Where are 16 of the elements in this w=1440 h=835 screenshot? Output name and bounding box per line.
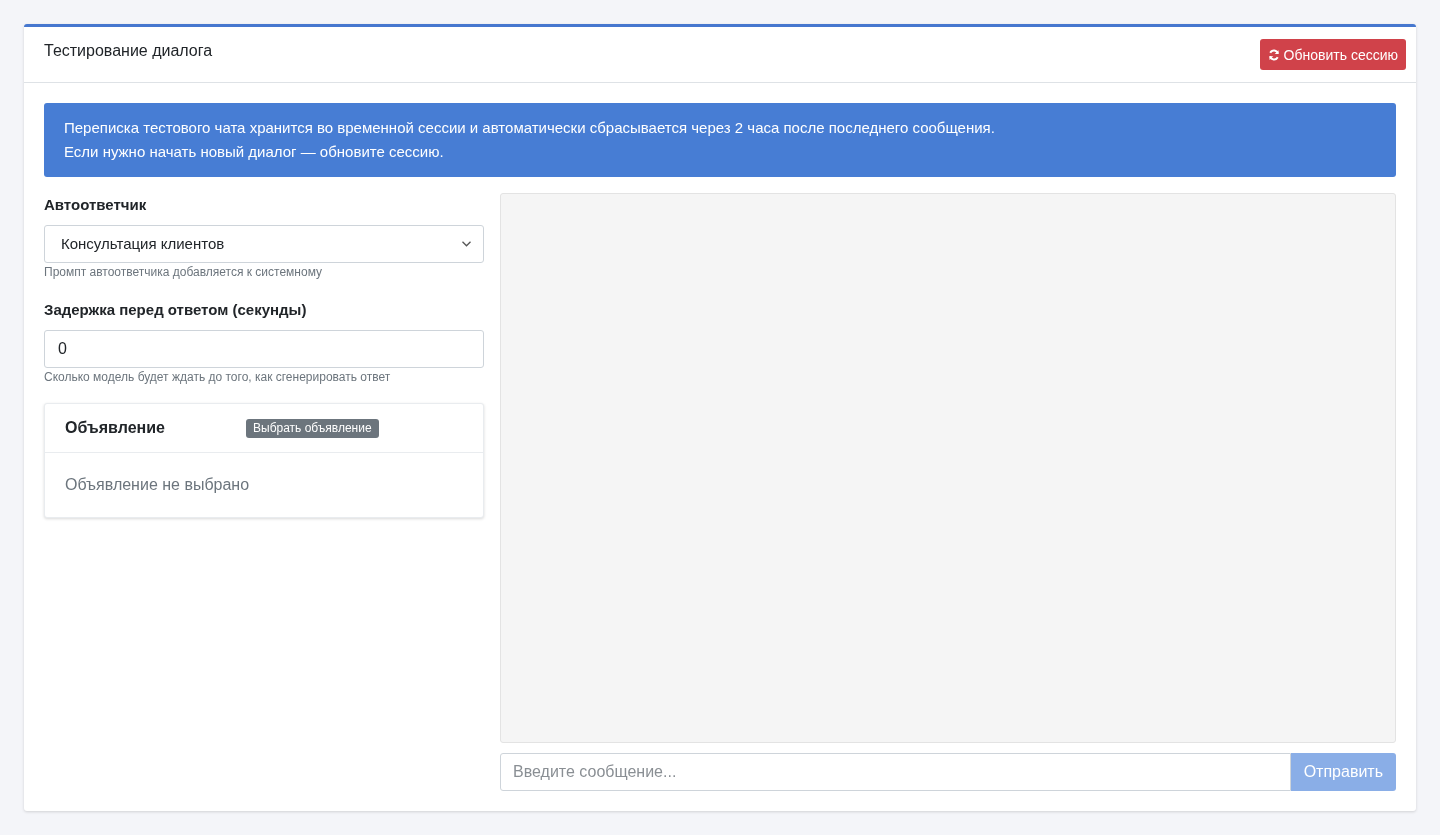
empty-listing-text: Объявление не выбрано	[65, 475, 250, 495]
hint-text: Сколько модель будет ждать до того, как сгенерировать ответ	[44, 370, 391, 384]
delay-input[interactable]: 0	[44, 330, 484, 368]
refresh-icon	[1267, 48, 1280, 61]
hint-text: Промпт автоответчика добавляется к системному	[44, 265, 323, 279]
listing-title: Объявление	[65, 418, 165, 438]
page-title: Тестирование диалога	[44, 40, 213, 61]
notice-text: Переписка тестового чата хранится во временной сессии и автоматически сбрасывается через 2 часа после последнего сообщения.	[64, 118, 995, 138]
select-listing-button[interactable]: Выбрать объявление	[246, 418, 379, 438]
autoresponder-select[interactable]: Консультация клиентов	[44, 225, 484, 263]
field-label: Задержка перед ответом (секунды)	[44, 300, 307, 320]
chevron-down-icon	[462, 241, 471, 247]
refresh-session-button[interactable]: Обновить сессию	[1259, 39, 1406, 70]
field-label: Автоответчик	[44, 195, 147, 215]
notice-text: Если нужно начать новый диалог — обновите сессию.	[64, 142, 444, 162]
message-input[interactable]: Введите сообщение...	[500, 753, 1291, 791]
